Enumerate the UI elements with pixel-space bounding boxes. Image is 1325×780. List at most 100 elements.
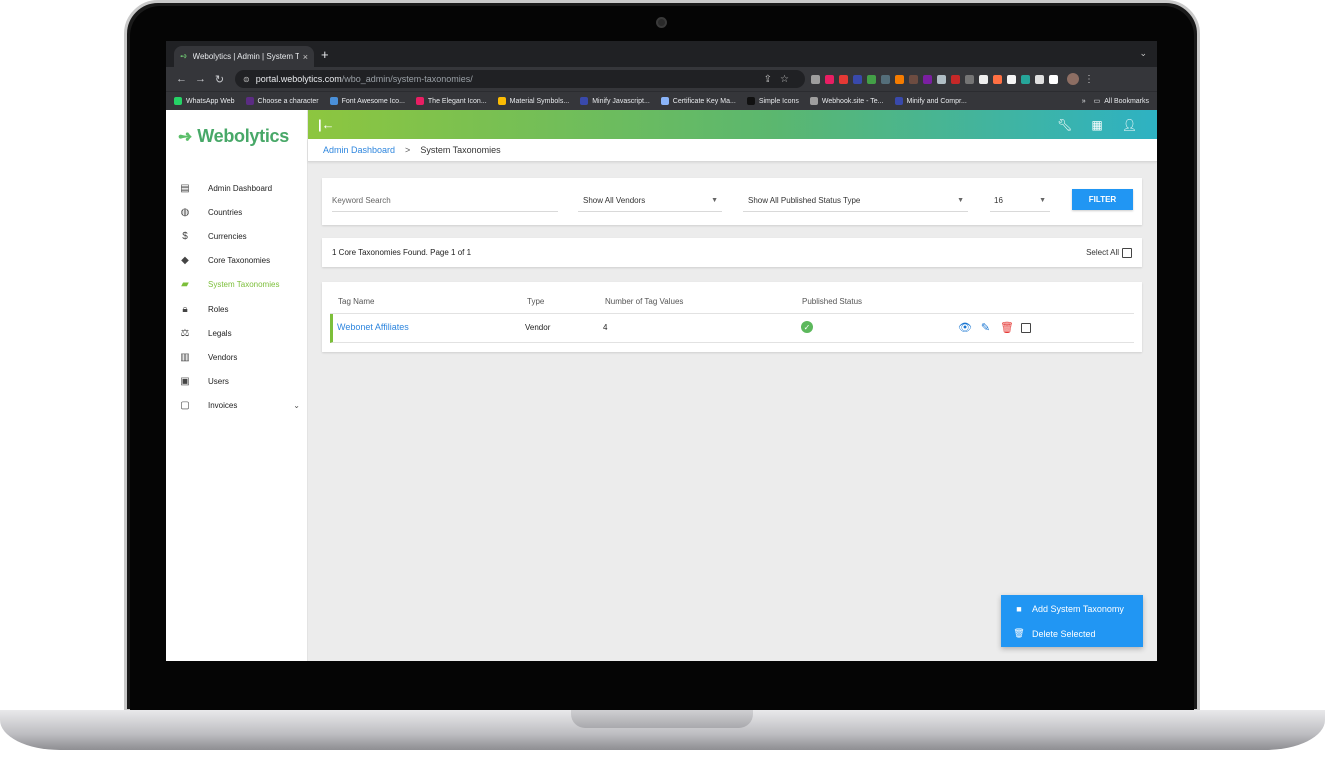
label-icon: ■ xyxy=(1016,603,1022,614)
per-page-value: 16 xyxy=(994,196,1003,205)
logo-arrow-icon: ➺ xyxy=(178,126,193,146)
bookmark-label: Webhook.site - Te... xyxy=(821,97,884,105)
sidebar-item-system-taxonomies[interactable]: ▰ System Taxonomies xyxy=(166,273,308,297)
delete-trash-icon[interactable]: 🗑︎ xyxy=(1000,321,1014,334)
bookmark-item[interactable]: Minify Javascript... xyxy=(580,97,650,105)
lock-icon: ⊜ xyxy=(243,74,250,84)
bookmark-favicon-icon xyxy=(809,97,818,105)
sidebar-item-core-taxonomies[interactable]: ◆ Core Taxonomies xyxy=(166,249,308,273)
extension-icon[interactable] xyxy=(909,74,918,84)
bookmark-favicon-icon xyxy=(660,97,669,105)
extension-icon[interactable] xyxy=(965,74,974,84)
sidebar-item-admin-dashboard[interactable]: ▤ Admin Dashboard xyxy=(166,176,308,200)
browser-tabbar: ➺ Webolytics | Admin | System T × + ⌄ xyxy=(166,41,1157,67)
browser-tab[interactable]: ➺ Webolytics | Admin | System T × xyxy=(174,46,314,67)
sidebar-item-countries[interactable]: ◍ Countries xyxy=(166,200,308,224)
back-icon[interactable]: ← xyxy=(172,73,191,85)
sidebar-item-invoices[interactable]: ▢ Invoices ⌄ xyxy=(166,394,308,418)
bookmark-label: Minify and Compr... xyxy=(906,97,967,105)
bookmark-label: Choose a character xyxy=(257,97,319,105)
view-eye-icon[interactable]: 👁︎ xyxy=(958,321,972,334)
dashboard-icon: ▤ xyxy=(180,182,190,194)
tag-name-link[interactable]: Webonet Affiliates xyxy=(337,322,409,332)
account-icon[interactable]: 👤︎ xyxy=(1122,118,1137,132)
new-tab-button[interactable]: + xyxy=(321,47,329,62)
browser-toolbar: ← → ↻ ⊜ portal.webolytics.com/wbo_admin/… xyxy=(166,67,1157,91)
collapse-sidebar-icon[interactable]: |← xyxy=(318,117,335,132)
sidebar-item-legals[interactable]: ⚖︎ Legals xyxy=(166,321,308,345)
forward-icon[interactable]: → xyxy=(191,73,210,85)
address-bar[interactable]: ⊜ portal.webolytics.com/wbo_admin/system… xyxy=(235,70,805,88)
wrench-icon[interactable]: 🔧︎ xyxy=(1057,118,1072,132)
extensions-puzzle-icon[interactable] xyxy=(1035,74,1044,84)
bookmarks-more-icon[interactable]: » xyxy=(1082,98,1086,105)
tab-search-chevron-icon[interactable]: ⌄ xyxy=(1139,48,1147,59)
published-check-icon: ✓ xyxy=(801,321,813,333)
bookmark-item[interactable]: Material Symbols... xyxy=(497,97,569,105)
extensions-row: ⋮ xyxy=(811,73,1094,85)
extension-icon[interactable] xyxy=(839,74,848,84)
sidebar-item-label: Currencies xyxy=(208,231,247,241)
extension-icon[interactable] xyxy=(895,74,904,84)
select-all-label: Select All xyxy=(1086,248,1119,257)
globe-icon: ◍ xyxy=(180,206,190,218)
share-star-icons[interactable]: ⇪☆ xyxy=(764,74,797,85)
bookmark-item[interactable]: The Elegant Icon... xyxy=(415,97,487,105)
all-bookmarks[interactable]: » ▭ All Bookmarks xyxy=(1082,97,1149,106)
extension-icon[interactable] xyxy=(979,74,988,84)
extension-icon[interactable] xyxy=(951,74,960,84)
wallet-icon: ▢ xyxy=(180,400,190,412)
lock-icon: 🔒︎ xyxy=(182,303,188,315)
bookmark-item[interactable]: Choose a character xyxy=(245,97,319,105)
vendor-select[interactable]: Show All Vendors ▼ xyxy=(578,190,722,212)
extension-icon[interactable] xyxy=(867,74,876,84)
extension-icon[interactable] xyxy=(993,74,1002,84)
profile-avatar[interactable] xyxy=(1067,73,1079,85)
select-all[interactable]: Select All xyxy=(1086,247,1132,258)
taxonomies-table: Tag Name Type Number of Tag Values Publi… xyxy=(322,282,1142,352)
logo[interactable]: ➺ Webolytics xyxy=(178,126,289,147)
menu-kebab-icon[interactable]: ⋮ xyxy=(1084,74,1094,85)
bookmark-favicon-icon xyxy=(746,97,755,105)
add-system-taxonomy-button[interactable]: ■ Add System Taxonomy xyxy=(1001,597,1143,620)
reload-icon[interactable]: ↻ xyxy=(210,73,229,86)
keyword-search-input[interactable] xyxy=(332,196,558,205)
sidebar-item-currencies[interactable]: $ Currencies xyxy=(166,224,308,248)
bookmark-item[interactable]: Certificate Key Ma... xyxy=(660,97,736,105)
per-page-select[interactable]: 16 ▼ xyxy=(990,190,1050,212)
sidepanel-icon[interactable] xyxy=(1049,74,1058,84)
bookmark-item[interactable]: Minify and Compr... xyxy=(894,97,967,105)
extension-icon[interactable] xyxy=(811,74,820,84)
keyword-search-field[interactable] xyxy=(332,190,558,212)
breadcrumb-admin-dashboard[interactable]: Admin Dashboard xyxy=(323,145,395,155)
sidebar-item-label: Users xyxy=(208,377,229,387)
extension-icon[interactable] xyxy=(923,74,932,84)
bookmark-item[interactable]: WhatsApp Web xyxy=(174,97,235,105)
filter-button[interactable]: FILTER xyxy=(1072,189,1133,210)
tab-close-icon[interactable]: × xyxy=(303,52,308,62)
extension-icon[interactable] xyxy=(937,74,946,84)
row-checkbox[interactable] xyxy=(1021,322,1031,333)
bookmark-item[interactable]: Simple Icons xyxy=(746,97,799,105)
extension-icon[interactable] xyxy=(1021,74,1030,84)
chevron-down-icon[interactable]: ⌄ xyxy=(293,401,300,410)
edit-pencil-icon[interactable]: ✎ xyxy=(979,321,992,334)
sidebar-item-vendors[interactable]: ▥ Vendors xyxy=(166,345,308,369)
extension-icon[interactable] xyxy=(825,74,834,84)
extension-icon[interactable] xyxy=(881,74,890,84)
published-status-select[interactable]: Show All Published Status Type ▼ xyxy=(743,190,968,212)
select-all-checkbox[interactable] xyxy=(1122,247,1132,258)
webolytics-favicon-icon: ➺ xyxy=(180,51,188,61)
label-icon: ▰ xyxy=(181,279,189,291)
sidebar-item-users[interactable]: ▣ Users xyxy=(166,370,308,394)
sidebar-item-roles[interactable]: 🔒︎ Roles xyxy=(166,297,308,321)
all-bookmarks-label: All Bookmarks xyxy=(1104,97,1149,105)
sidebar-item-label: System Taxonomies xyxy=(208,280,280,290)
dashboard-grid-icon[interactable]: ▦ xyxy=(1091,118,1102,132)
delete-selected-button[interactable]: 🗑︎ Delete Selected xyxy=(1001,622,1143,645)
building-icon: ▥ xyxy=(180,351,190,363)
bookmark-item[interactable]: Font Awesome Ico... xyxy=(329,97,405,105)
extension-icon[interactable] xyxy=(853,74,862,84)
extension-icon[interactable] xyxy=(1007,74,1016,84)
bookmark-item[interactable]: Webhook.site - Te... xyxy=(809,97,884,105)
